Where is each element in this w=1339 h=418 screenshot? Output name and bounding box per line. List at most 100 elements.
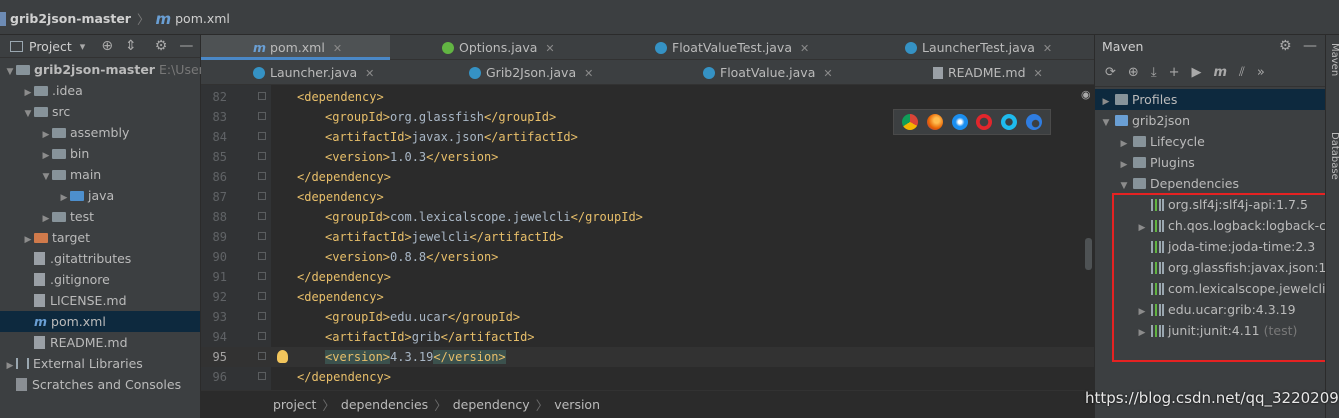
ie-icon[interactable]	[1000, 114, 1017, 130]
settings-gear-icon[interactable]: ⚙	[155, 38, 168, 54]
fold-marker-icon[interactable]	[258, 232, 266, 240]
code-line[interactable]: 88 <groupId>com.lexicalscope.jewelcli</gr…	[201, 207, 1094, 227]
firefox-icon[interactable]	[926, 114, 943, 130]
tree-item-gitignore[interactable]: .gitignore	[0, 269, 200, 290]
tree-item-external-libraries[interactable]: ▶ External Libraries	[0, 353, 200, 374]
maven-item-profiles[interactable]: ▶ Profiles	[1095, 89, 1326, 110]
maven-item-grib2json[interactable]: ▼ grib2json	[1095, 110, 1326, 131]
close-tab-icon[interactable]: ✕	[823, 67, 832, 80]
maven-settings-gear-icon[interactable]: ⚙	[1279, 38, 1292, 54]
breadcrumb-dependencies[interactable]: dependencies	[341, 397, 428, 412]
add-icon[interactable]: +	[1169, 65, 1180, 80]
fold-marker-icon[interactable]	[258, 152, 266, 160]
breadcrumb-dependency[interactable]: dependency	[453, 397, 530, 412]
preview-eye-icon[interactable]: ◉	[1081, 88, 1091, 101]
breadcrumb-file[interactable]: pom.xml	[175, 11, 230, 26]
close-tab-icon[interactable]: ✕	[800, 42, 809, 55]
breadcrumb-version[interactable]: version	[554, 397, 600, 412]
code-line[interactable]: 92 <dependency>	[201, 287, 1094, 307]
fold-marker-icon[interactable]	[258, 212, 266, 220]
tree-item-readme-md[interactable]: README.md	[0, 332, 200, 353]
fold-marker-icon[interactable]	[258, 172, 266, 180]
fold-marker-icon[interactable]	[258, 332, 266, 340]
tab-launchertest-java[interactable]: LauncherTest.java ✕	[853, 35, 1094, 60]
chrome-icon[interactable]	[902, 114, 919, 130]
fold-marker-icon[interactable]	[258, 372, 266, 380]
code-line[interactable]: 91 </dependency>	[201, 267, 1094, 287]
code-line[interactable]: 94 <artifactId>grib</artifactId>	[201, 327, 1094, 347]
tree-item-java[interactable]: ▶ java	[0, 185, 200, 206]
project-view-selector[interactable]: Project	[29, 39, 72, 54]
execute-goal-icon[interactable]: m	[1213, 65, 1227, 80]
tree-item-idea[interactable]: ▶ .idea	[0, 80, 200, 101]
tab-floatvaluetest-java[interactable]: FloatValueTest.java ✕	[603, 35, 853, 60]
download-icon[interactable]: ⤓	[1151, 65, 1157, 80]
code-line[interactable]: 95 <version>4.3.19</version>	[201, 347, 1094, 367]
tab-grib2json-java[interactable]: Grib2Json.java ✕	[417, 60, 651, 85]
fold-marker-icon[interactable]	[258, 192, 266, 200]
fold-marker-icon[interactable]	[258, 92, 266, 100]
code-line[interactable]: 89 <artifactId>jewelcli</artifactId>	[201, 227, 1094, 247]
run-icon[interactable]: ▶	[1191, 65, 1201, 80]
collapse-all-icon[interactable]: ⇕	[125, 38, 137, 54]
more-icon[interactable]: »	[1257, 65, 1265, 80]
fold-marker-icon[interactable]	[258, 132, 266, 140]
expand-arrow-icon[interactable]: ▶	[1115, 134, 1133, 152]
opera-icon[interactable]	[976, 114, 993, 130]
reload-icon[interactable]: ⟳	[1105, 65, 1116, 80]
tree-item-main[interactable]: ▼ main	[0, 164, 200, 185]
code-line[interactable]: 87 <dependency>	[201, 187, 1094, 207]
tab-pom-xml[interactable]: m pom.xml ✕	[201, 35, 390, 60]
fold-marker-icon[interactable]	[258, 272, 266, 280]
expand-arrow-icon[interactable]: ▶	[1115, 155, 1133, 173]
maven-hide-panel-icon[interactable]: —	[1303, 38, 1317, 54]
tree-item-scratches-and-consoles[interactable]: Scratches and Consoles	[0, 374, 200, 395]
toggle-offline-icon[interactable]: ⫽	[1239, 65, 1245, 80]
database-side-tab[interactable]: Database	[1326, 132, 1339, 180]
maven-item-lifecycle[interactable]: ▶ Lifecycle	[1095, 131, 1326, 152]
maven-side-tab[interactable]: Maven	[1326, 43, 1339, 76]
fold-marker-icon[interactable]	[258, 252, 266, 260]
hide-panel-icon[interactable]: —	[179, 38, 193, 54]
tree-item-target[interactable]: ▶ target	[0, 227, 200, 248]
expand-arrow-icon[interactable]: ▼	[1115, 176, 1133, 194]
close-tab-icon[interactable]: ✕	[333, 42, 342, 55]
fold-marker-icon[interactable]	[258, 292, 266, 300]
safari-icon[interactable]	[951, 114, 968, 130]
close-tab-icon[interactable]: ✕	[1034, 67, 1043, 80]
tree-item-src[interactable]: ▼ src	[0, 101, 200, 122]
fold-marker-icon[interactable]	[258, 112, 266, 120]
breadcrumb-project[interactable]: grib2json-master	[10, 11, 131, 26]
edge-icon[interactable]	[1025, 114, 1042, 130]
breadcrumb-project[interactable]: project	[273, 397, 316, 412]
tab-launcher-java[interactable]: Launcher.java ✕	[201, 60, 417, 85]
code-line[interactable]: 86 </dependency>	[201, 167, 1094, 187]
code-line[interactable]: 85 <version>1.0.3</version>	[201, 147, 1094, 167]
tree-item-license-md[interactable]: LICENSE.md	[0, 290, 200, 311]
intention-bulb-icon[interactable]	[277, 350, 288, 363]
fold-marker-icon[interactable]	[258, 312, 266, 320]
close-tab-icon[interactable]: ✕	[584, 67, 593, 80]
tree-item-bin[interactable]: ▶ bin	[0, 143, 200, 164]
maven-item-plugins[interactable]: ▶ Plugins	[1095, 152, 1326, 173]
tree-item-grib2json-master[interactable]: ▼ grib2json-master E:\Users	[0, 59, 211, 80]
maven-item-dependencies[interactable]: ▼ Dependencies	[1095, 173, 1326, 194]
code-line[interactable]: 82 <dependency>	[201, 87, 1094, 107]
code-line[interactable]: 93 <groupId>edu.ucar</groupId>	[201, 307, 1094, 327]
locate-file-icon[interactable]: ⊕	[101, 38, 113, 54]
tab-options-java[interactable]: Options.java ✕	[390, 35, 603, 60]
add-project-icon[interactable]: ⊕	[1128, 65, 1139, 80]
code-line[interactable]: 90 <version>0.8.8</version>	[201, 247, 1094, 267]
tree-item-test[interactable]: ▶ test	[0, 206, 200, 227]
close-tab-icon[interactable]: ✕	[545, 42, 554, 55]
project-view-dropdown-icon[interactable]: ▾	[80, 40, 86, 53]
code-line[interactable]: 96 </dependency>	[201, 367, 1094, 387]
tree-item-pom-xml[interactable]: m pom.xml	[0, 311, 200, 332]
close-tab-icon[interactable]: ✕	[1043, 42, 1052, 55]
tab-readme-md[interactable]: README.md ✕	[881, 60, 1094, 85]
expand-arrow-icon[interactable]: ▶	[1097, 92, 1115, 110]
editor-scrollbar[interactable]	[1085, 238, 1092, 270]
close-tab-icon[interactable]: ✕	[365, 67, 374, 80]
expand-arrow-icon[interactable]: ▼	[1097, 113, 1115, 131]
tree-item-assembly[interactable]: ▶ assembly	[0, 122, 200, 143]
